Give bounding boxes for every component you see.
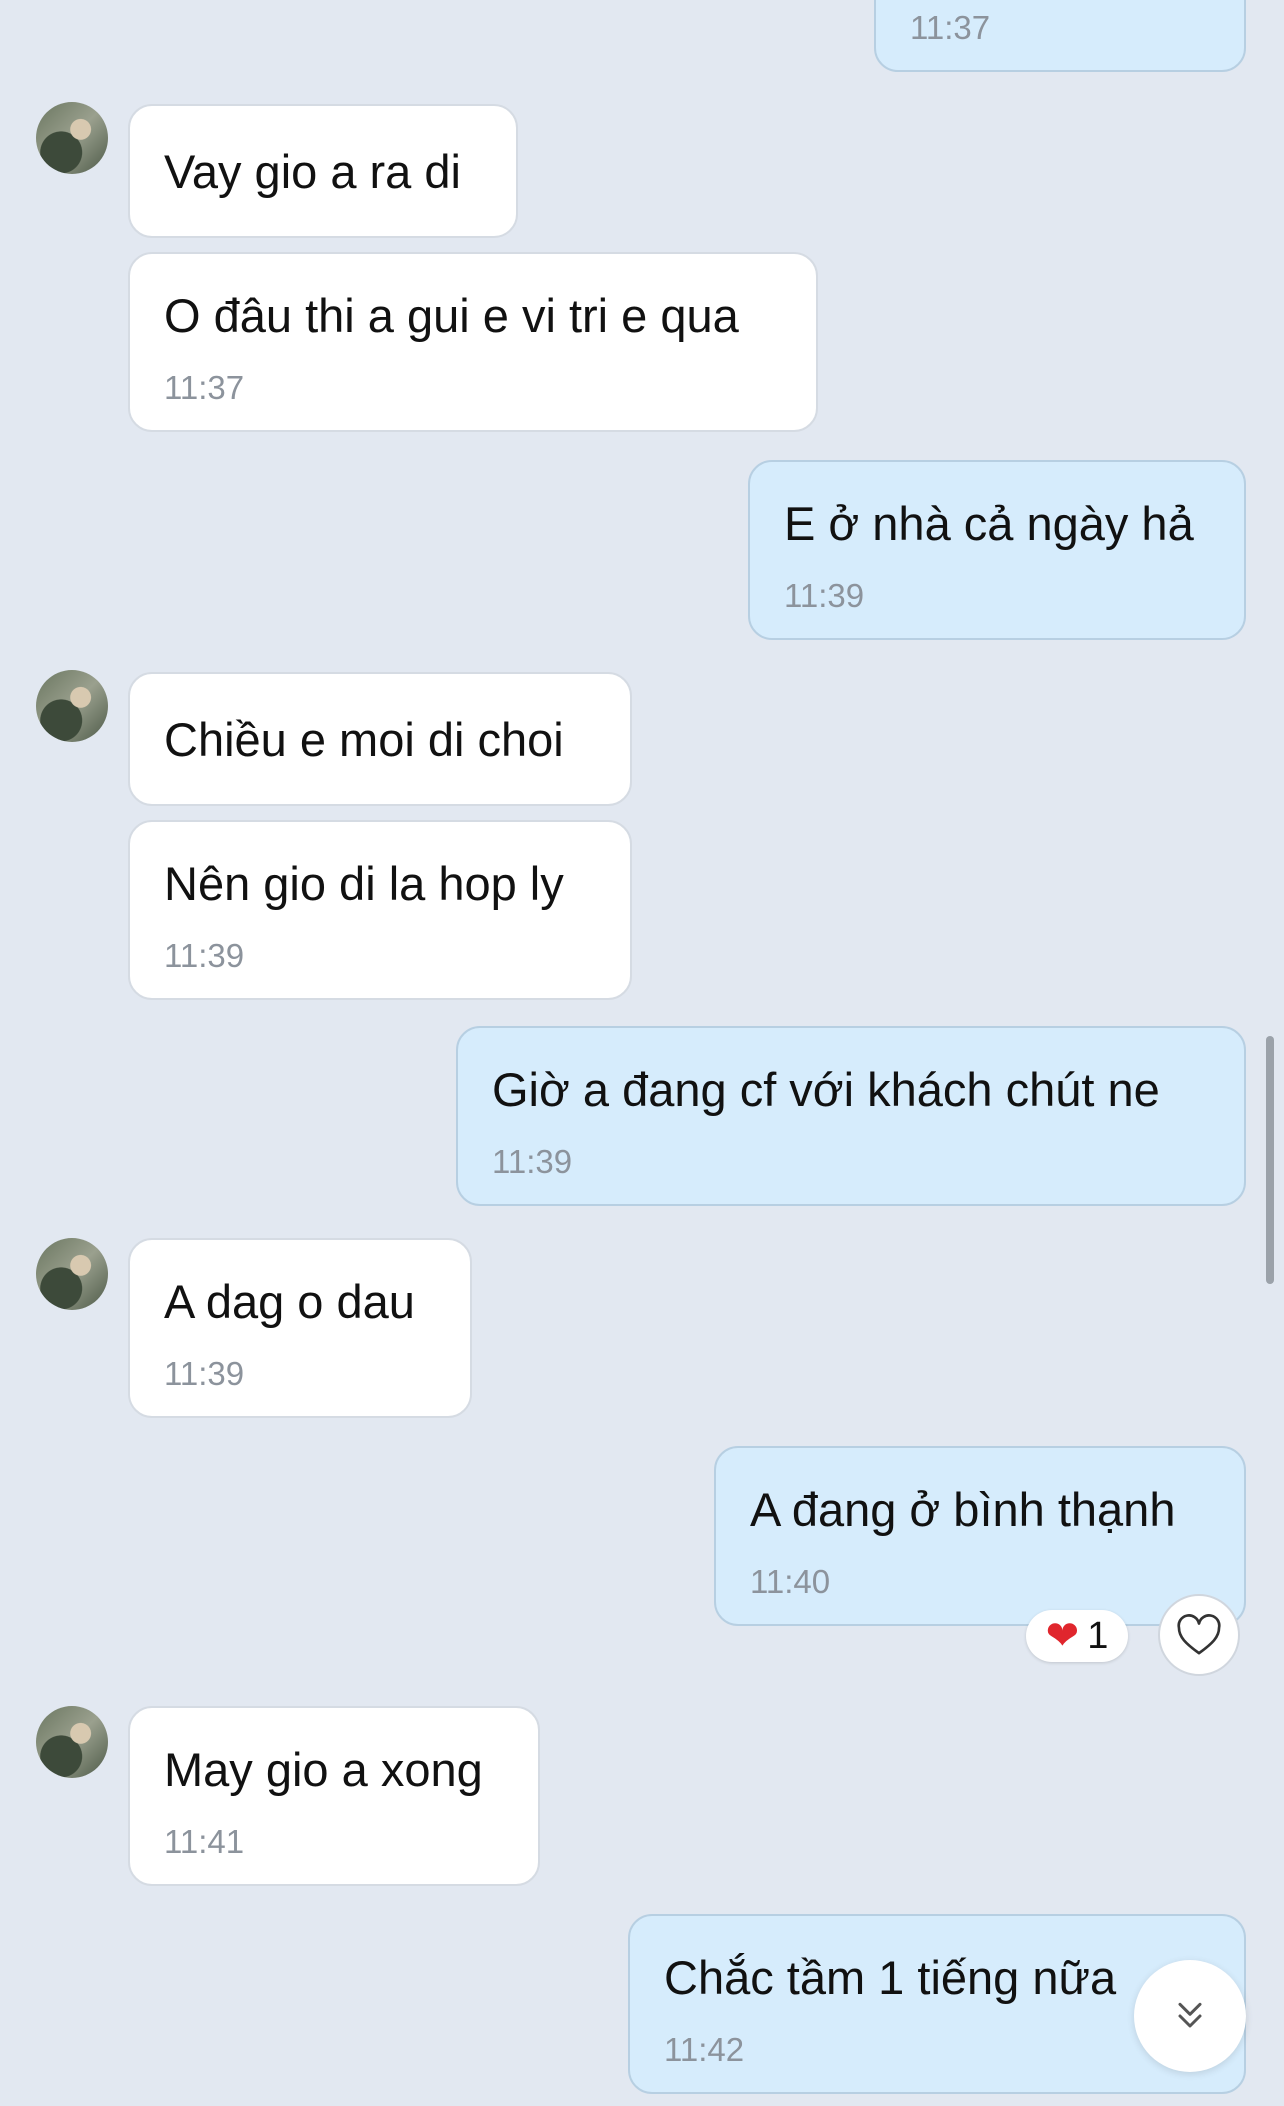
message-bubble-incoming[interactable]: A dag o dau 11:39 [128,1238,472,1418]
reaction-badge[interactable]: ❤ 1 [1026,1610,1128,1662]
message-bubble-incoming[interactable]: Nên gio di la hop ly 11:39 [128,820,632,1000]
message-text: May gio a xong [164,1743,483,1796]
message-text: Nên gio di la hop ly [164,857,564,910]
message-bubble-outgoing[interactable]: Giờ a đang cf với khách chút ne 11:39 [456,1026,1246,1206]
message-bubble-outgoing[interactable]: E ở nhà cả ngày hả 11:39 [748,460,1246,640]
message-time: 11:37 [910,9,991,46]
message-text: Giờ a đang cf với khách chút ne [492,1063,1160,1116]
message-bubble-outgoing[interactable]: A đang ở bình thạnh 11:40 [714,1446,1246,1626]
contact-avatar[interactable] [36,1706,108,1778]
react-heart-button[interactable] [1158,1594,1240,1676]
message-text: Chắc tầm 1 tiếng nữa [664,1951,1117,2004]
message-bubble-incoming[interactable]: Vay gio a ra di [128,104,518,238]
message-time: 11:40 [750,1563,831,1600]
message-bubble-incoming[interactable]: May gio a xong 11:41 [128,1706,540,1886]
chat-thread[interactable]: 11:37 Vay gio a ra di O đâu thi a gui e … [0,0,1284,2106]
message-time: 11:41 [164,1823,245,1860]
message-text: Chiều e moi di choi [164,713,564,766]
contact-avatar[interactable] [36,102,108,174]
message-bubble-outgoing[interactable]: 11:37 [874,0,1246,72]
heart-emoji-icon: ❤ [1045,1614,1080,1658]
message-time: 11:39 [164,937,245,974]
scrollbar-thumb[interactable] [1266,1036,1274,1284]
double-chevron-down-icon [1178,2002,1202,2028]
message-time: 11:39 [492,1143,573,1180]
message-time: 11:39 [164,1355,245,1392]
message-text: Vay gio a ra di [164,145,461,198]
message-text: O đâu thi a gui e vi tri e qua [164,289,739,342]
message-text: A đang ở bình thạnh [750,1483,1176,1536]
heart-outline-icon [1177,1614,1221,1655]
message-bubble-incoming[interactable]: O đâu thi a gui e vi tri e qua 11:37 [128,252,818,432]
contact-avatar[interactable] [36,1238,108,1310]
reaction-count: 1 [1087,1614,1109,1657]
message-bubble-incoming[interactable]: Chiều e moi di choi [128,672,632,806]
contact-avatar[interactable] [36,670,108,742]
message-text: E ở nhà cả ngày hả [784,497,1194,550]
message-text: A dag o dau [164,1275,415,1328]
message-time: 11:39 [784,577,865,614]
message-time: 11:42 [664,2031,745,2068]
message-time: 11:37 [164,369,245,406]
scroll-to-bottom-button[interactable] [1134,1960,1246,2072]
